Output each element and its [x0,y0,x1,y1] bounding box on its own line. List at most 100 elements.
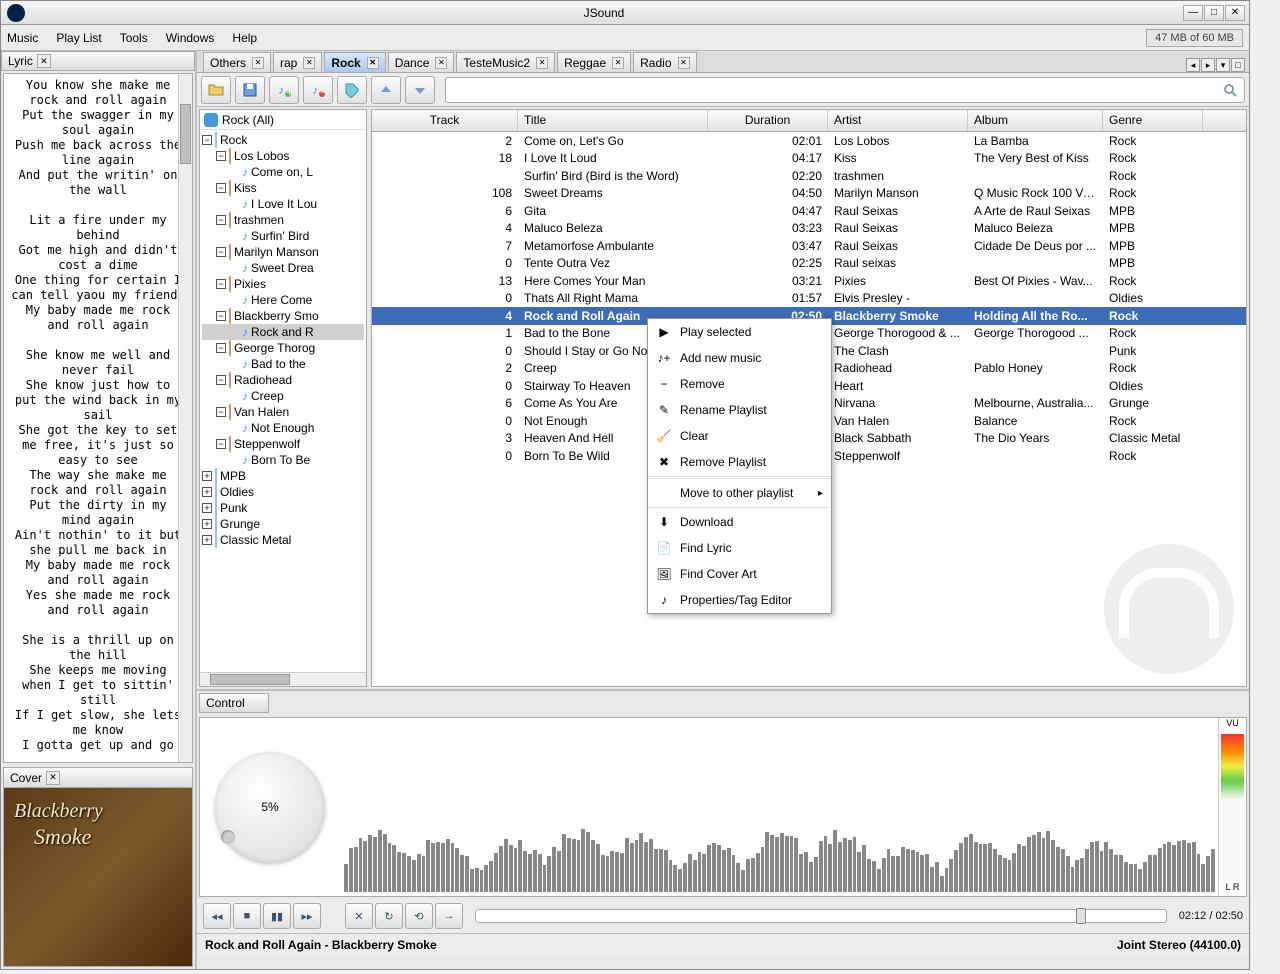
tree-node[interactable]: −trashmen [202,212,364,228]
tree-node[interactable]: ♪Come on, L [202,164,364,180]
ctx-download[interactable]: ⬇Download [648,509,831,535]
tab-testemusic2[interactable]: TesteMusic2✕ [456,52,555,72]
remove-music-button[interactable]: ♪− [303,76,333,104]
tree-node[interactable]: ♪Here Come [202,292,364,308]
col-duration[interactable]: Duration [708,110,828,131]
table-row[interactable]: 18I Love It Loud04:17KissThe Very Best o… [372,150,1246,168]
table-row[interactable]: 4Maluco Beleza03:23Raul SeixasMaluco Bel… [372,220,1246,238]
ctx-clear[interactable]: 🧹Clear [648,423,831,449]
menu-windows[interactable]: Windows [166,31,215,45]
col-track[interactable]: Track [372,110,518,131]
menu-tools[interactable]: Tools [120,31,148,45]
tree-node[interactable]: −Marilyn Manson [202,244,364,260]
menu-music[interactable]: Music [7,31,38,45]
table-row[interactable]: 2Come on, Let's Go02:01Los LobosLa Bamba… [372,132,1246,150]
ctx-find-lyric[interactable]: 📄Find Lyric [648,535,831,561]
tree-node[interactable]: ♪Surfin' Bird [202,228,364,244]
tab-max[interactable]: □ [1231,58,1245,72]
table-row[interactable]: 0Thats All Right Mama01:57Elvis Presley … [372,290,1246,308]
tree-node[interactable]: ♪Not Enough [202,420,364,436]
lyric-scrollbar[interactable] [178,74,192,762]
ctx-properties-tag-editor[interactable]: ♪Properties/Tag Editor [648,587,831,613]
tree-node[interactable]: −Kiss [202,180,364,196]
ctx-play-selected[interactable]: ▶Play selected [648,319,831,345]
cover-close-icon[interactable]: ✕ [46,771,60,785]
lyric-close-icon[interactable]: ✕ [37,54,51,68]
tab-next[interactable]: ▸ [1201,58,1215,72]
table-row[interactable]: 6Gita04:47Raul SeixasA Arte de Raul Seix… [372,202,1246,220]
close-icon[interactable]: ✕ [612,57,624,69]
col-album[interactable]: Album [968,110,1103,131]
table-row[interactable]: 13Here Comes Your Man03:21PixiesBest Of … [372,272,1246,290]
tab-rap[interactable]: rap✕ [273,52,322,72]
ctx-add-new-music[interactable]: ♪+Add new music [648,345,831,371]
ctx-rename-playlist[interactable]: ✎Rename Playlist [648,397,831,423]
tree-node[interactable]: ♪Rock and R [202,324,364,340]
tab-others[interactable]: Others✕ [203,52,271,72]
tag-button[interactable] [337,76,367,104]
tree-node[interactable]: +MPB [202,468,364,484]
tab-prev[interactable]: ◂ [1186,58,1200,72]
tree-node[interactable]: −Rock [202,132,364,148]
repeat-button[interactable]: ↻ [375,903,403,929]
table-row[interactable]: 7Metamorfose Ambulante03:47Raul SeixasCi… [372,237,1246,255]
col-title[interactable]: Title [518,110,708,131]
close-button[interactable]: ✕ [1225,5,1245,21]
close-icon[interactable]: ✕ [536,57,548,69]
open-folder-button[interactable] [201,76,231,104]
down-button[interactable] [405,76,435,104]
search-input[interactable] [445,77,1245,103]
continue-button[interactable]: → [435,903,463,929]
tab-list[interactable]: ▾ [1216,58,1230,72]
tree-node[interactable]: ♪Creep [202,388,364,404]
tree-node[interactable]: −Van Halen [202,404,364,420]
tree-node[interactable]: +Oldies [202,484,364,500]
tree-node[interactable]: ♪Bad to the [202,356,364,372]
tree-node[interactable]: +Punk [202,500,364,516]
close-icon[interactable]: ✕ [435,57,447,69]
next-button[interactable]: ▸▸ [293,903,321,929]
close-icon[interactable]: ✕ [678,57,690,69]
table-row[interactable]: Surfin' Bird (Bird is the Word)02:20tras… [372,167,1246,185]
tab-radio[interactable]: Radio✕ [633,52,696,72]
col-genre[interactable]: Genre [1103,110,1203,131]
tree-node[interactable]: +Classic Metal [202,532,364,548]
menu-help[interactable]: Help [232,31,257,45]
tree-node[interactable]: +Grunge [202,516,364,532]
tree-node[interactable]: ♪Sweet Drea [202,260,364,276]
ctx-remove-playlist[interactable]: ✖Remove Playlist [648,449,831,475]
close-icon[interactable]: ✕ [367,57,379,69]
artist-tree[interactable]: Rock (All) −Rock−Los Lobos♪Come on, L−Ki… [199,109,367,687]
menu-playlist[interactable]: Play List [56,31,101,45]
tree-node[interactable]: −Pixies [202,276,364,292]
tab-rock[interactable]: Rock✕ [324,52,385,72]
ctx-move-to-other-playlist[interactable]: Move to other playlist▸ [648,480,831,506]
close-icon[interactable]: ✕ [303,57,315,69]
tree-node[interactable]: ♪I Love It Lou [202,196,364,212]
col-artist[interactable]: Artist [828,110,968,131]
maximize-button[interactable]: □ [1204,5,1224,21]
close-icon[interactable]: ✕ [252,57,264,69]
prev-button[interactable]: ◂◂ [203,903,231,929]
minimize-button[interactable]: — [1183,5,1203,21]
tree-node[interactable]: ♪Born To Be [202,452,364,468]
repeat-one-button[interactable]: ⟲ [405,903,433,929]
table-row[interactable]: 108Sweet Dreams04:50Marilyn MansonQ Musi… [372,185,1246,203]
tab-dance[interactable]: Dance✕ [388,52,455,72]
tree-node[interactable]: −George Thorog [202,340,364,356]
table-row[interactable]: 0Tente Outra Vez02:25Raul seixasMPB [372,255,1246,273]
tree-hscroll[interactable] [200,672,366,686]
shuffle-button[interactable]: ✕ [345,903,373,929]
tab-reggae[interactable]: Reggae✕ [557,52,631,72]
stop-button[interactable]: ■ [233,903,261,929]
ctx-find-cover-art[interactable]: 🖼Find Cover Art [648,561,831,587]
save-button[interactable] [235,76,265,104]
ctx-remove[interactable]: −Remove [648,371,831,397]
tree-node[interactable]: −Radiohead [202,372,364,388]
add-music-button[interactable]: ♪+ [269,76,299,104]
seek-slider[interactable] [475,909,1167,923]
tree-node[interactable]: −Steppenwolf [202,436,364,452]
tree-node[interactable]: −Blackberry Smo [202,308,364,324]
pause-button[interactable]: ▮▮ [263,903,291,929]
tree-node[interactable]: −Los Lobos [202,148,364,164]
